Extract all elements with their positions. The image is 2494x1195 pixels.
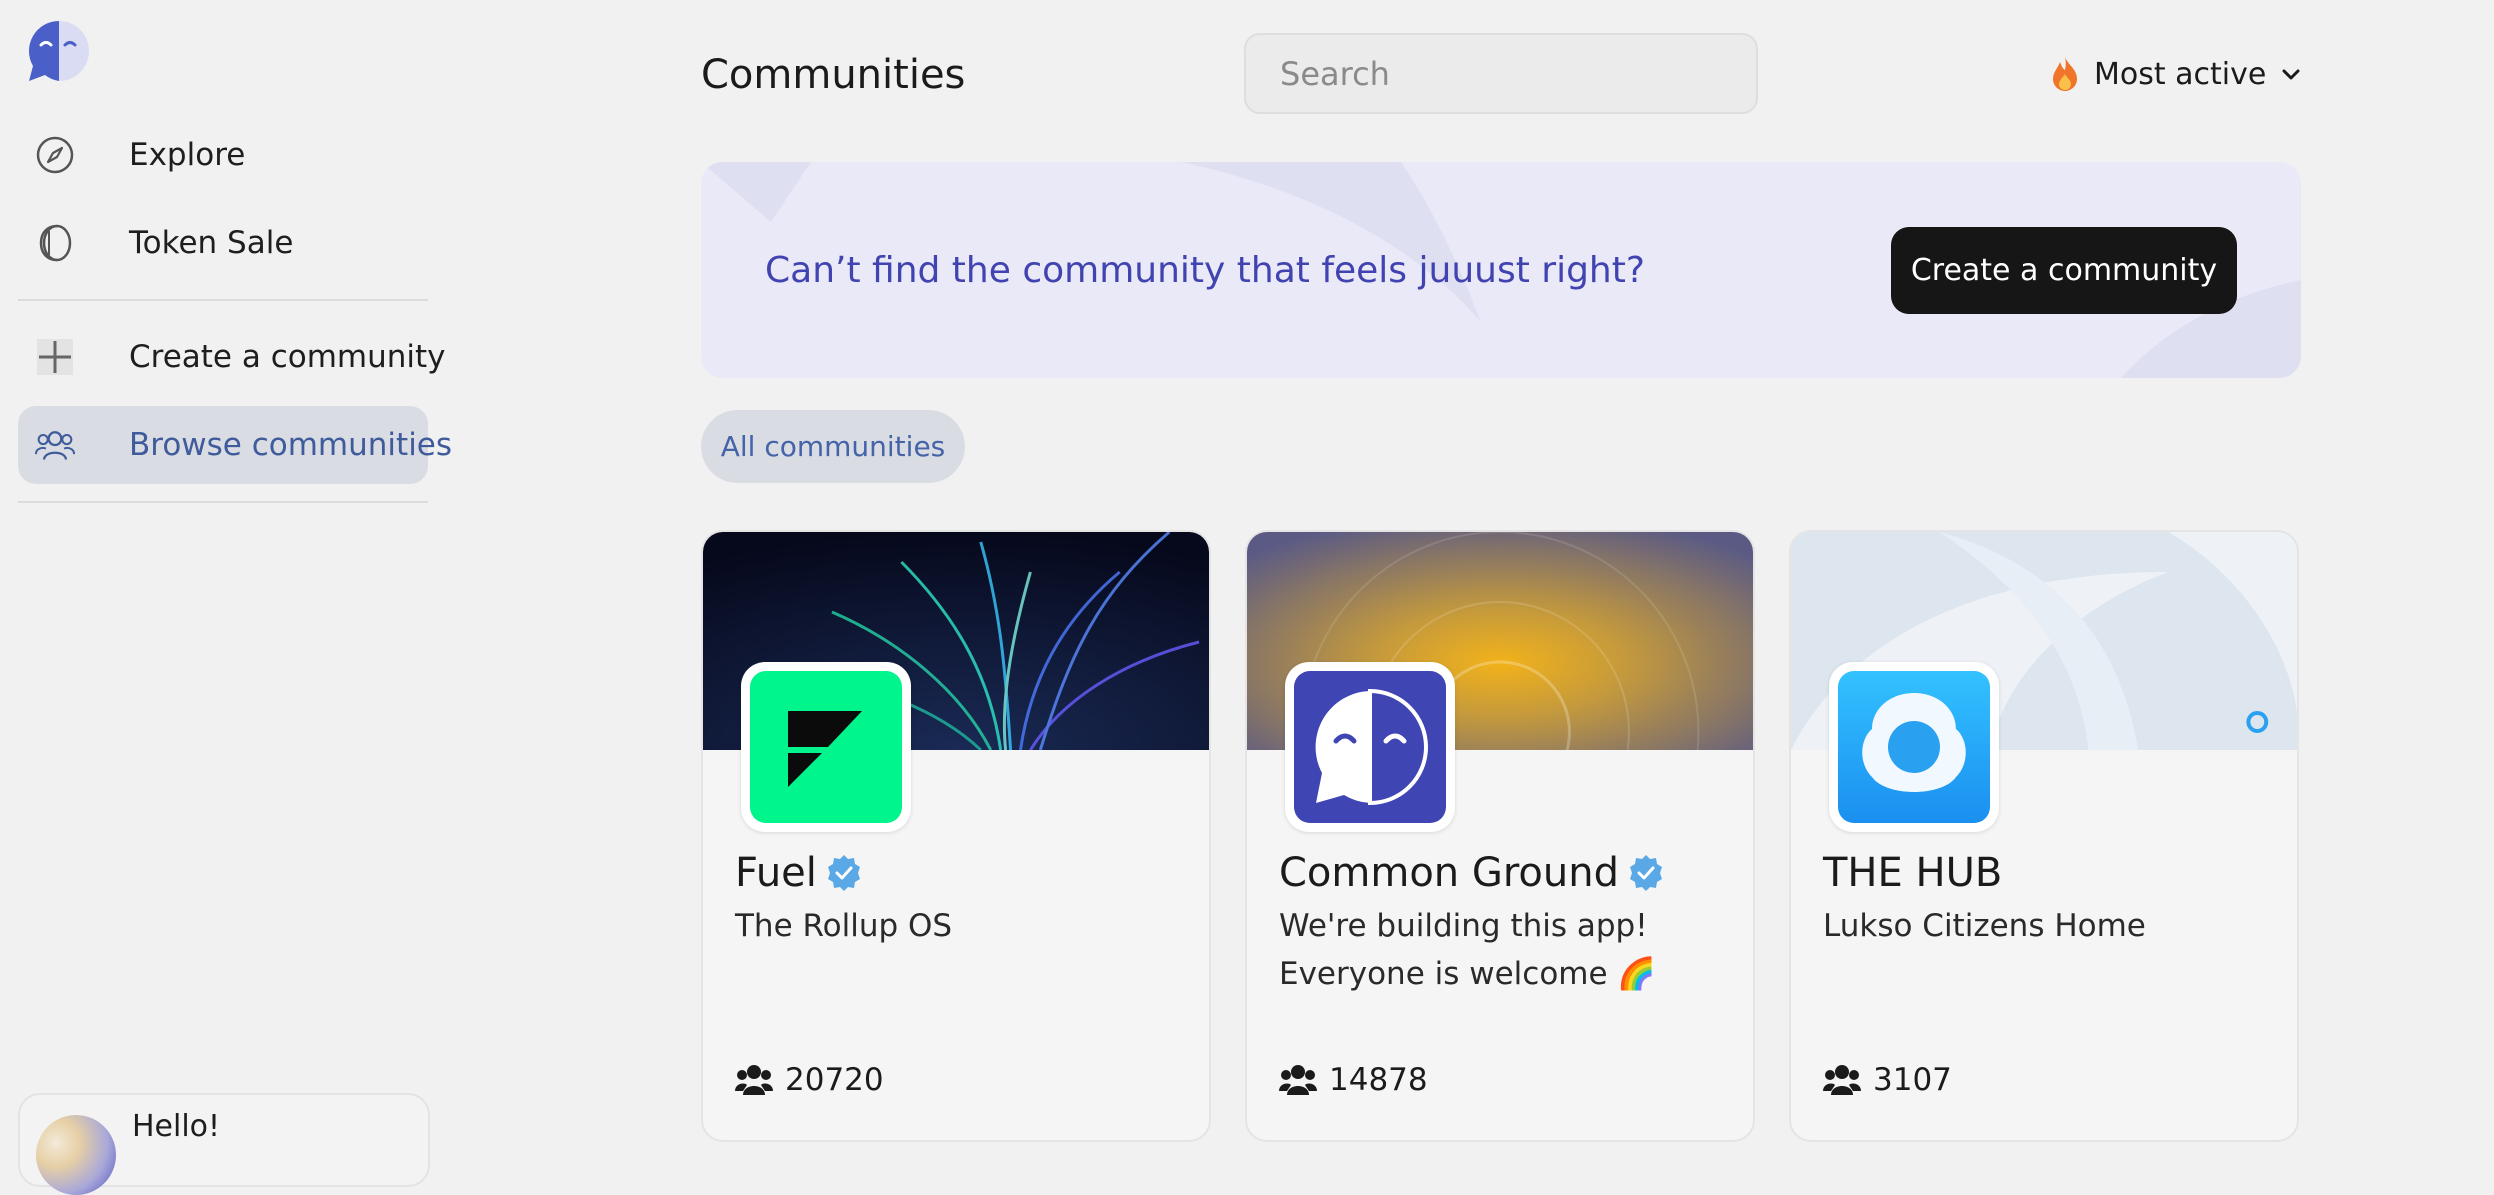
member-count: 20720 <box>735 1062 884 1098</box>
sidebar-item-label: Browse communities <box>129 427 453 463</box>
sidebar-item-token-sale[interactable]: Token Sale <box>18 204 428 282</box>
page-title: Communities <box>701 52 966 98</box>
member-count-value: 20720 <box>785 1062 884 1098</box>
people-icon <box>35 425 75 465</box>
sidebar-item-browse-communities[interactable]: Browse communities <box>18 406 452 484</box>
sidebar-item-explore[interactable]: Explore <box>18 116 428 194</box>
sidebar-item-label: Explore <box>129 137 246 173</box>
community-logo <box>741 662 911 832</box>
chevron-down-icon <box>2282 69 2300 80</box>
search-input[interactable] <box>1246 35 1756 112</box>
avatar <box>36 1115 116 1195</box>
plus-icon <box>35 337 75 377</box>
community-name: Fuel <box>735 850 817 896</box>
sort-dropdown[interactable]: Most active <box>2050 52 2302 96</box>
sidebar-item-create-community[interactable]: Create a community <box>18 318 446 396</box>
sidebar-item-label: Create a community <box>129 339 446 375</box>
community-description: Lukso Citizens Home <box>1823 908 2146 944</box>
create-community-button[interactable]: Create a community <box>1891 227 2237 314</box>
community-description: We're building this app! Everyone is wel… <box>1279 908 1657 992</box>
community-logo <box>1829 662 1999 832</box>
members-icon <box>1279 1065 1317 1095</box>
the-hub-logo-icon <box>1862 693 1966 792</box>
sidebar-divider <box>18 299 428 301</box>
user-greeting: Hello! <box>132 1109 221 1144</box>
search-box[interactable] <box>1244 33 1758 114</box>
members-icon <box>735 1065 773 1095</box>
user-profile-card[interactable]: Hello! <box>18 1093 430 1195</box>
member-count: 14878 <box>1279 1062 1428 1098</box>
sort-label: Most active <box>2094 56 2267 92</box>
community-logo <box>1285 662 1455 832</box>
member-count-value: 3107 <box>1873 1062 1952 1098</box>
community-name-row: Fuel <box>735 850 863 896</box>
verified-badge-icon <box>827 855 860 891</box>
sidebar-item-label: Token Sale <box>129 225 294 261</box>
community-card-fuel[interactable]: Fuel The Rollup OS 20720 <box>701 530 1211 1142</box>
fuel-logo-icon <box>788 711 862 787</box>
member-count-value: 14878 <box>1329 1062 1428 1098</box>
members-icon <box>1823 1065 1861 1095</box>
coin-icon <box>35 223 75 263</box>
common-ground-logo-icon <box>1315 688 1428 806</box>
community-name: Common Ground <box>1279 850 1619 896</box>
fire-icon <box>2053 57 2077 91</box>
compass-icon <box>35 135 75 175</box>
member-count: 3107 <box>1823 1062 1952 1098</box>
sidebar-divider <box>18 501 428 503</box>
community-name-row: Common Ground <box>1279 850 1665 896</box>
banner-text: Can’t find the community that feels juuu… <box>765 250 1645 291</box>
app-logo-icon[interactable] <box>27 19 91 83</box>
community-card-common-ground[interactable]: Common Ground We're building this app! E… <box>1245 530 1755 1142</box>
verified-badge-icon <box>1630 855 1662 891</box>
community-card-the-hub[interactable]: THE HUB Lukso Citizens Home 3107 <box>1789 530 2299 1142</box>
community-description: The Rollup OS <box>735 908 953 944</box>
create-community-banner: Can’t find the community that feels juuu… <box>701 162 2301 378</box>
community-name-row: THE HUB <box>1823 850 2002 896</box>
filter-all-communities[interactable]: All communities <box>701 410 965 483</box>
community-name: THE HUB <box>1823 850 2003 896</box>
